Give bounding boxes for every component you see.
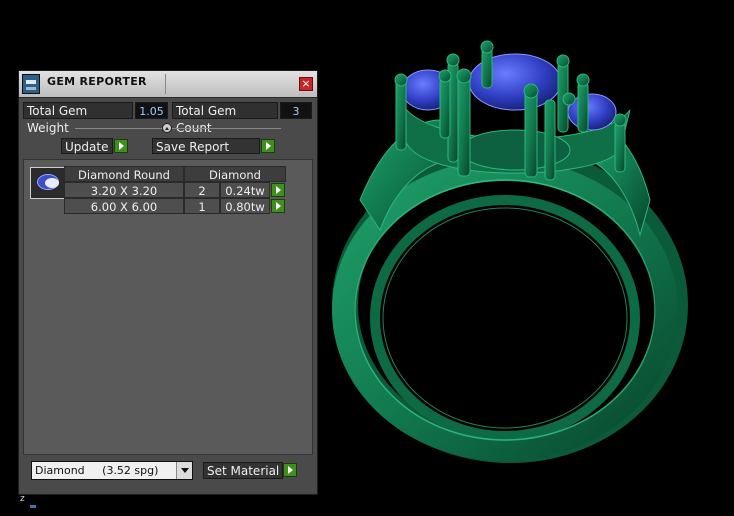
close-icon[interactable]: × <box>299 77 313 91</box>
save-report-play-arrow-icon[interactable] <box>261 139 275 153</box>
title-separator <box>165 74 166 94</box>
update-play-arrow-icon[interactable] <box>114 139 128 153</box>
window-title: GEM REPORTER <box>47 75 147 88</box>
table-row-size: 6.00 X 6.00 <box>64 198 184 214</box>
table-header-material: Diamond <box>184 166 286 182</box>
row-select-play-arrow-icon[interactable] <box>271 183 285 197</box>
panel-divider <box>75 128 281 129</box>
ring-shank-edge-inner <box>382 207 628 429</box>
total-gem-count-value: 3 <box>280 102 312 119</box>
table-row-count: 2 <box>184 182 220 198</box>
chevron-down-icon[interactable] <box>176 462 192 479</box>
table-header-shape: Diamond Round <box>64 166 184 182</box>
save-report-button[interactable]: Save Report <box>152 138 260 154</box>
title-bar[interactable]: GEM REPORTER × <box>19 71 317 98</box>
ring-shank-inner <box>370 195 640 441</box>
material-selected-value: Diamond (3.52 spg) <box>35 464 159 477</box>
axis-z-label: z <box>20 494 25 504</box>
gem-reporter-app-icon <box>22 74 40 94</box>
table-row-weight: 0.24tw <box>220 182 270 198</box>
axis-indicator <box>30 505 36 508</box>
gem-reporter-panel: GEM REPORTER × Total Gem Weight 1.05 Tot… <box>18 70 318 495</box>
total-gem-count-label: Total Gem Count <box>172 102 278 135</box>
collapse-toggle[interactable] <box>162 123 172 133</box>
set-material-play-arrow-icon[interactable] <box>283 463 297 477</box>
table-row-count: 1 <box>184 198 220 214</box>
update-button[interactable]: Update <box>61 138 113 154</box>
material-dropdown[interactable]: Diamond (3.52 spg) <box>31 461 193 480</box>
row-select-play-arrow-icon[interactable] <box>271 199 285 213</box>
ring-shank-outer <box>332 159 678 461</box>
table-row-weight: 0.80tw <box>220 198 270 214</box>
round-gem-thumbnail-icon[interactable] <box>30 167 66 199</box>
total-gem-weight-value: 1.05 <box>135 102 168 119</box>
table-row-size: 3.20 X 3.20 <box>64 182 184 198</box>
total-gem-weight-label: Total Gem Weight <box>23 102 133 135</box>
gem-list: Diamond Round Diamond 3.20 X 3.20 2 0.24… <box>23 159 313 455</box>
set-material-button[interactable]: Set Material <box>203 462 283 479</box>
